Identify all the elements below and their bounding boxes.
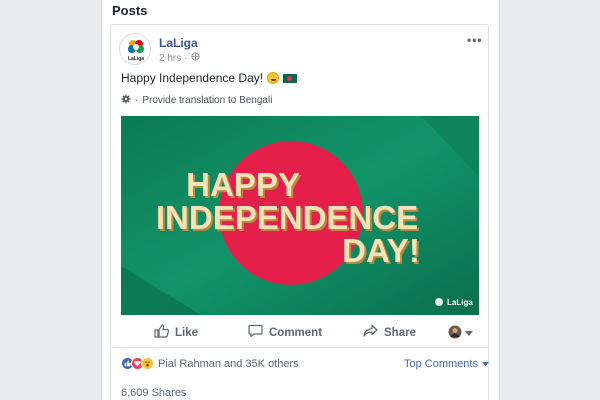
comment-icon: [248, 324, 263, 341]
reactions-text[interactable]: Pial Rahman and 35K others: [158, 358, 299, 370]
comment-button[interactable]: Comment: [248, 324, 322, 341]
post-actions: Like Comment Share: [121, 320, 479, 346]
like-button[interactable]: Like: [154, 324, 198, 341]
globe-icon: [190, 52, 200, 64]
chevron-down-icon: [482, 358, 489, 370]
shares-count[interactable]: 6,609 Shares: [121, 387, 186, 399]
share-button[interactable]: Share: [363, 324, 416, 341]
reactions-summary[interactable]: Pial Rahman and 35K others: [121, 357, 299, 370]
chevron-down-icon: [465, 328, 473, 340]
laughing-emoji-icon: [267, 72, 280, 84]
dot-separator: ·: [184, 52, 188, 64]
share-arrow-icon: [363, 324, 378, 341]
section-title: Posts: [112, 3, 148, 18]
comment-sort-dropdown[interactable]: Top Comments: [404, 358, 489, 370]
author-name[interactable]: LaLiga: [159, 36, 198, 50]
post-text: Happy Independence Day!: [121, 71, 298, 85]
like-label: Like: [175, 326, 199, 339]
watermark-text: LaLiga: [447, 298, 473, 307]
post-image[interactable]: HAPPY HAPPY INDEPENDENCE INDEPENDENCE DA…: [121, 116, 479, 315]
post-message: Happy Independence Day!: [121, 71, 264, 85]
gear-icon: [121, 94, 131, 107]
comment-sort-label: Top Comments: [404, 358, 478, 370]
headline-line3: DAY!: [342, 232, 420, 269]
avatar-label: LaLiga: [128, 56, 144, 62]
bangladesh-flag-icon: [283, 73, 298, 83]
post-meta: 2 hrs ·: [159, 52, 200, 64]
share-label: Share: [384, 326, 416, 339]
headline-line2: INDEPENDENCE: [156, 199, 418, 236]
post-time[interactable]: 2 hrs: [159, 53, 181, 64]
independence-day-graphic: HAPPY HAPPY INDEPENDENCE INDEPENDENCE DA…: [121, 116, 479, 315]
wow-reaction-icon: [141, 357, 154, 370]
dot-separator: ·: [135, 95, 139, 106]
more-options-icon[interactable]: •••: [467, 33, 483, 47]
section-divider: [110, 347, 489, 348]
author-avatar[interactable]: LaLiga: [119, 33, 151, 65]
user-avatar-icon: [448, 325, 462, 342]
headline-line1: HAPPY: [186, 166, 300, 203]
translation-link[interactable]: Provide translation to Bengali: [142, 95, 272, 106]
post-as-selector[interactable]: [448, 325, 473, 342]
comment-label: Comment: [269, 326, 323, 339]
translation-row[interactable]: · Provide translation to Bengali: [121, 94, 272, 107]
thumbs-up-icon: [154, 324, 170, 341]
